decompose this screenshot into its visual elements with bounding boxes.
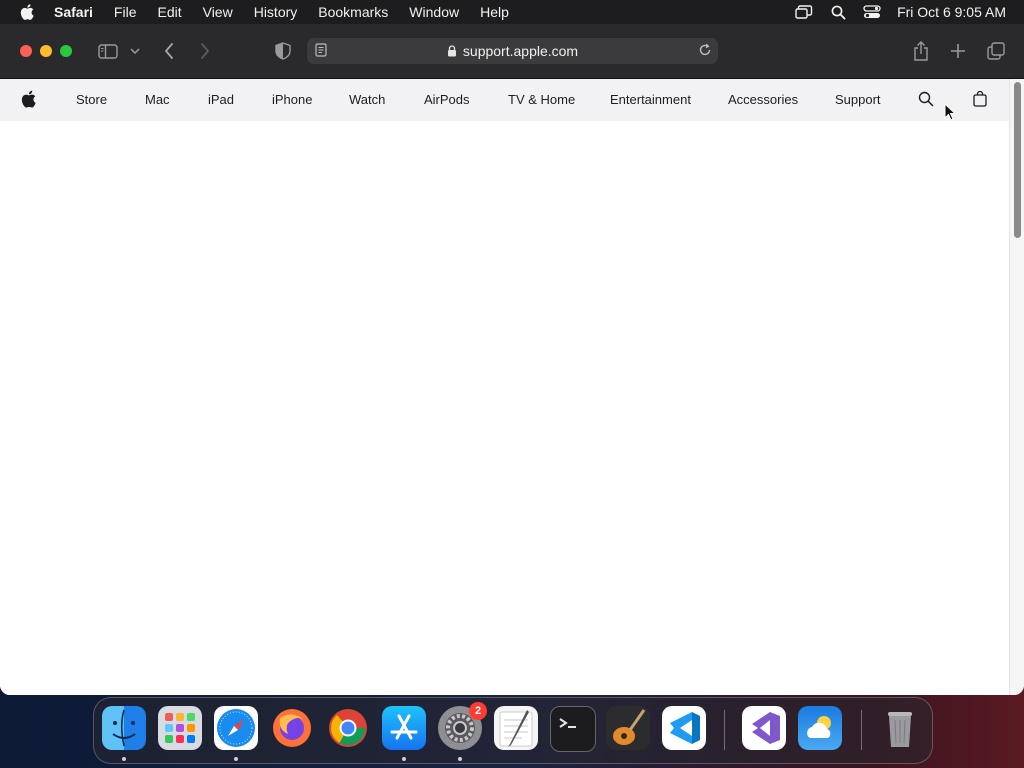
page-menu-icon[interactable]: [315, 43, 327, 60]
dock-trash-icon[interactable]: [878, 706, 922, 750]
nav-watch[interactable]: Watch: [349, 92, 385, 107]
page-content: [0, 121, 1010, 695]
nav-ipad[interactable]: iPad: [208, 92, 234, 107]
vertical-scrollbar[interactable]: [1009, 79, 1024, 695]
nav-entertainment[interactable]: Entertainment: [610, 92, 691, 107]
menu-edit[interactable]: Edit: [157, 4, 181, 20]
menu-file[interactable]: File: [114, 4, 137, 20]
share-icon[interactable]: [911, 39, 931, 63]
menu-clock[interactable]: Fri Oct 6 9:05 AM: [897, 4, 1006, 20]
dock-visual-studio-icon[interactable]: [742, 706, 786, 750]
running-indicator: [234, 757, 238, 761]
dock-weather-icon[interactable]: [798, 706, 842, 750]
running-indicator: [458, 757, 462, 761]
dock-separator: [724, 710, 725, 750]
reload-icon[interactable]: [698, 43, 712, 60]
nav-support[interactable]: Support: [835, 92, 881, 107]
window-fullscreen-button[interactable]: [60, 45, 72, 57]
sidebar-toggle-icon[interactable]: [96, 39, 120, 63]
nav-store[interactable]: Store: [76, 92, 107, 107]
spotlight-search-icon[interactable]: [827, 1, 849, 23]
browser-toolbar: support.apple.com: [0, 24, 1024, 79]
apple-logo-icon[interactable]: [21, 90, 36, 113]
dock-terminal-icon[interactable]: [550, 706, 596, 752]
tab-overview-icon[interactable]: [985, 39, 1007, 63]
dock-launchpad-icon[interactable]: [158, 706, 202, 750]
chevron-down-icon[interactable]: [128, 39, 142, 63]
window-close-button[interactable]: [20, 45, 32, 57]
url-text: support.apple.com: [462, 43, 579, 59]
forward-arrow-icon[interactable]: [196, 39, 214, 63]
nav-airpods[interactable]: AirPods: [424, 92, 470, 107]
scrollbar-thumb[interactable]: [1014, 82, 1021, 238]
safari-window: support.apple.com Store Mac iPad iPhone …: [0, 24, 1024, 695]
running-indicator: [122, 757, 126, 761]
apple-menu-icon[interactable]: [16, 1, 38, 23]
search-icon[interactable]: [918, 91, 934, 112]
running-indicator: [402, 757, 406, 761]
dock-textedit-icon[interactable]: [494, 706, 538, 750]
lock-icon: [447, 45, 457, 57]
shopping-bag-icon[interactable]: [973, 90, 987, 112]
nav-iphone[interactable]: iPhone: [272, 92, 312, 107]
menu-bookmarks[interactable]: Bookmarks: [318, 4, 388, 20]
mouse-cursor-icon: [944, 102, 957, 126]
menu-window[interactable]: Window: [409, 4, 459, 20]
dock-garageband-icon[interactable]: [606, 706, 650, 750]
apple-global-nav: Store Mac iPad iPhone Watch AirPods TV &…: [0, 79, 1010, 121]
menu-app-name[interactable]: Safari: [54, 4, 93, 20]
nav-mac[interactable]: Mac: [145, 92, 170, 107]
dock-vscode-icon[interactable]: [662, 706, 706, 750]
new-tab-plus-icon[interactable]: [948, 39, 968, 63]
address-bar[interactable]: support.apple.com: [307, 38, 718, 64]
dock-firefox-icon[interactable]: [270, 706, 314, 750]
menu-help[interactable]: Help: [480, 4, 509, 20]
privacy-shield-icon[interactable]: [273, 39, 293, 63]
nav-accessories[interactable]: Accessories: [728, 92, 798, 107]
dock-chrome-icon[interactable]: [326, 706, 370, 750]
settings-notification-badge: 2: [469, 702, 487, 720]
dock-safari-icon[interactable]: [214, 706, 258, 750]
control-center-icon[interactable]: [861, 1, 883, 23]
dock-app-store-icon[interactable]: [382, 706, 426, 750]
menu-history[interactable]: History: [254, 4, 298, 20]
nav-tv-home[interactable]: TV & Home: [508, 92, 575, 107]
screen-mirroring-icon[interactable]: [793, 1, 815, 23]
window-minimize-button[interactable]: [40, 45, 52, 57]
back-arrow-icon[interactable]: [160, 39, 178, 63]
dock-separator: [861, 710, 862, 750]
menu-bar: Safari File Edit View History Bookmarks …: [0, 0, 1024, 24]
dock-finder-icon[interactable]: [102, 706, 146, 750]
menu-view[interactable]: View: [203, 4, 233, 20]
dock: [93, 697, 933, 764]
